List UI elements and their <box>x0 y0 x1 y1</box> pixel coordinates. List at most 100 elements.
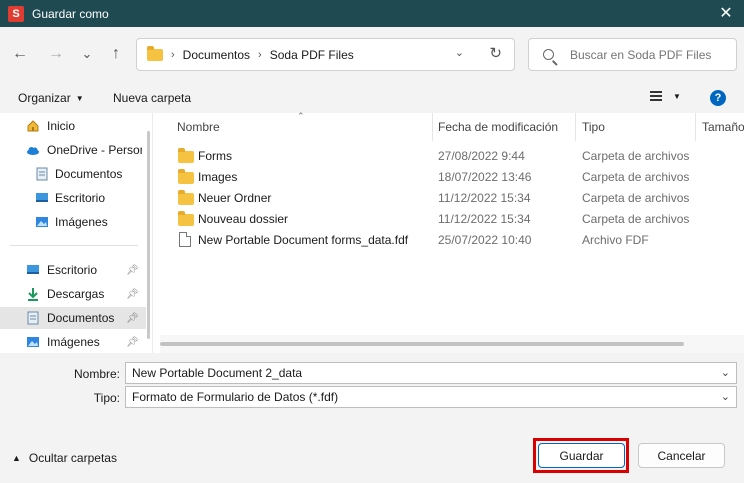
file-type: Carpeta de archivos <box>582 149 690 163</box>
command-bar: Organizar ▼ Nueva carpeta ▼ ? <box>0 83 744 113</box>
sidebar-item-inicio[interactable]: Inicio <box>0 115 146 137</box>
main-area: Inicio OneDrive - Personal Documentos Es… <box>0 111 744 353</box>
sort-ascending-icon: ⌃ <box>297 111 305 121</box>
pin-icon[interactable]: 📌︎ <box>126 313 139 324</box>
search-icon <box>543 49 554 60</box>
document-icon <box>36 167 48 181</box>
save-button[interactable]: Guardar <box>538 443 625 468</box>
file-type-value: Formato de Formulario de Datos (*.fdf) <box>132 390 339 404</box>
sidebar-item-label: Inicio <box>47 119 76 133</box>
sidebar-item-documentos[interactable]: Documentos <box>0 163 146 185</box>
sidebar-item-documentos-pinned[interactable]: Documentos 📌︎ <box>0 307 146 329</box>
breadcrumb-documentos[interactable]: Documentos <box>183 48 250 62</box>
organize-menu[interactable]: Organizar ▼ <box>18 91 84 105</box>
sidebar-item-escritorio-pinned[interactable]: Escritorio 📌︎ <box>0 259 146 281</box>
new-folder-button[interactable]: Nueva carpeta <box>113 91 191 105</box>
sidebar-item-escritorio[interactable]: Escritorio <box>0 187 146 209</box>
column-separator[interactable] <box>575 113 576 141</box>
column-header-type[interactable]: Tipo <box>582 113 605 141</box>
caret-up-icon: ▲ <box>12 453 21 463</box>
search-input[interactable] <box>570 47 730 62</box>
sidebar-item-label: Escritorio <box>55 191 106 205</box>
column-separator[interactable] <box>695 113 696 141</box>
navigation-bar: ← → ⌄ ↑ › Documentos › Soda PDF Files ⌄ … <box>0 27 744 83</box>
close-icon[interactable]: ✕ <box>716 4 736 22</box>
caret-down-icon[interactable]: ▼ <box>673 92 681 101</box>
column-header-name[interactable]: Nombre <box>177 113 220 141</box>
file-type: Archivo FDF <box>582 233 649 247</box>
back-arrow-icon[interactable]: ← <box>10 44 30 64</box>
address-bar[interactable]: › Documentos › Soda PDF Files ⌄ ↻ <box>136 38 515 71</box>
recent-locations-chevron-icon[interactable]: ⌄ <box>77 44 97 64</box>
file-name-input[interactable] <box>132 366 702 380</box>
column-separator[interactable] <box>432 113 433 141</box>
file-date: 11/12/2022 15:34 <box>438 191 531 205</box>
desktop-icon <box>27 265 39 274</box>
file-type-select[interactable]: Formato de Formulario de Datos (*.fdf) ⌄ <box>125 386 737 408</box>
window-title: Guardar como <box>32 6 109 21</box>
file-name: Images <box>198 170 238 184</box>
view-options-icon[interactable] <box>650 91 662 101</box>
file-type: Carpeta de archivos <box>582 191 690 205</box>
file-name: Nouveau dossier <box>198 212 289 226</box>
file-name: New Portable Document forms_data.fdf <box>198 233 409 247</box>
sidebar-item-onedrive[interactable]: OneDrive - Personal <box>0 139 146 161</box>
pictures-icon <box>36 217 48 227</box>
sidebar-item-label: Imágenes <box>55 215 108 229</box>
pin-icon[interactable]: 📌︎ <box>126 337 139 348</box>
sidebar-scrollbar[interactable] <box>147 131 150 339</box>
file-type: Carpeta de archivos <box>582 212 690 226</box>
folder-icon <box>178 211 194 226</box>
refresh-icon[interactable]: ↻ <box>489 44 502 62</box>
folder-icon <box>178 169 194 184</box>
sidebar-item-label: OneDrive - Personal <box>47 143 142 157</box>
sidebar-item-descargas[interactable]: Descargas 📌︎ <box>0 283 146 305</box>
organize-label: Organizar <box>18 91 71 105</box>
breadcrumb-soda-pdf-files[interactable]: Soda PDF Files <box>270 48 354 62</box>
file-date: 27/08/2022 9:44 <box>438 149 525 163</box>
soda-pdf-app-icon: S <box>8 5 24 22</box>
address-dropdown-chevron-icon[interactable]: ⌄ <box>455 46 464 59</box>
pictures-icon <box>27 337 39 347</box>
cancel-button[interactable]: Cancelar <box>638 443 725 468</box>
file-name: Forms <box>198 149 232 163</box>
caret-down-icon: ▼ <box>75 94 84 103</box>
folder-icon <box>178 148 194 163</box>
file-row-neuer-ordner[interactable]: Neuer Ordner 11/12/2022 15:34 Carpeta de… <box>160 187 744 208</box>
chevron-down-icon[interactable]: ⌄ <box>721 366 730 379</box>
pin-icon[interactable]: 📌︎ <box>126 265 139 276</box>
column-header-size[interactable]: Tamaño <box>702 113 744 141</box>
scrollbar-thumb[interactable] <box>160 342 684 346</box>
file-date: 25/07/2022 10:40 <box>438 233 532 247</box>
sidebar-item-label: Documentos <box>55 167 123 181</box>
file-row-images[interactable]: Images 18/07/2022 13:46 Carpeta de archi… <box>160 166 744 187</box>
file-row-fdf[interactable]: New Portable Document forms_data.fdf 25/… <box>160 229 744 250</box>
column-header-date[interactable]: Fecha de modificación <box>438 113 558 141</box>
pane-divider[interactable] <box>152 113 153 353</box>
pin-icon[interactable]: 📌︎ <box>126 289 139 300</box>
file-row-nouveau-dossier[interactable]: Nouveau dossier 11/12/2022 15:34 Carpeta… <box>160 208 744 229</box>
horizontal-scrollbar[interactable] <box>160 335 744 353</box>
chevron-right-icon: › <box>258 48 262 61</box>
help-icon[interactable]: ? <box>710 90 726 106</box>
title-bar: S Guardar como ✕ <box>0 0 744 27</box>
navigation-pane: Inicio OneDrive - Personal Documentos Es… <box>0 113 150 353</box>
file-date: 11/12/2022 15:34 <box>438 212 531 226</box>
file-name: Neuer Ordner <box>198 191 272 205</box>
file-type-label: Tipo: <box>93 391 120 405</box>
up-arrow-icon[interactable]: ↑ <box>106 44 126 64</box>
folder-icon <box>178 190 194 205</box>
sidebar-item-imagenes[interactable]: Imágenes <box>0 211 146 233</box>
folder-icon <box>147 45 163 61</box>
file-type: Carpeta de archivos <box>582 170 690 184</box>
save-form: Nombre: ⌄ Tipo: Formato de Formulario de… <box>0 353 744 483</box>
file-row-forms[interactable]: Forms 27/08/2022 9:44 Carpeta de archivo… <box>160 145 744 166</box>
file-icon <box>179 232 191 247</box>
file-name-field[interactable]: ⌄ <box>125 362 737 384</box>
forward-arrow-icon[interactable]: → <box>46 44 66 64</box>
file-name-label: Nombre: <box>73 367 120 381</box>
search-box[interactable] <box>528 38 737 71</box>
chevron-down-icon[interactable]: ⌄ <box>721 390 730 403</box>
hide-folders-toggle[interactable]: ▲ Ocultar carpetas <box>12 451 117 465</box>
sidebar-item-imagenes-pinned[interactable]: Imágenes 📌︎ <box>0 331 146 353</box>
